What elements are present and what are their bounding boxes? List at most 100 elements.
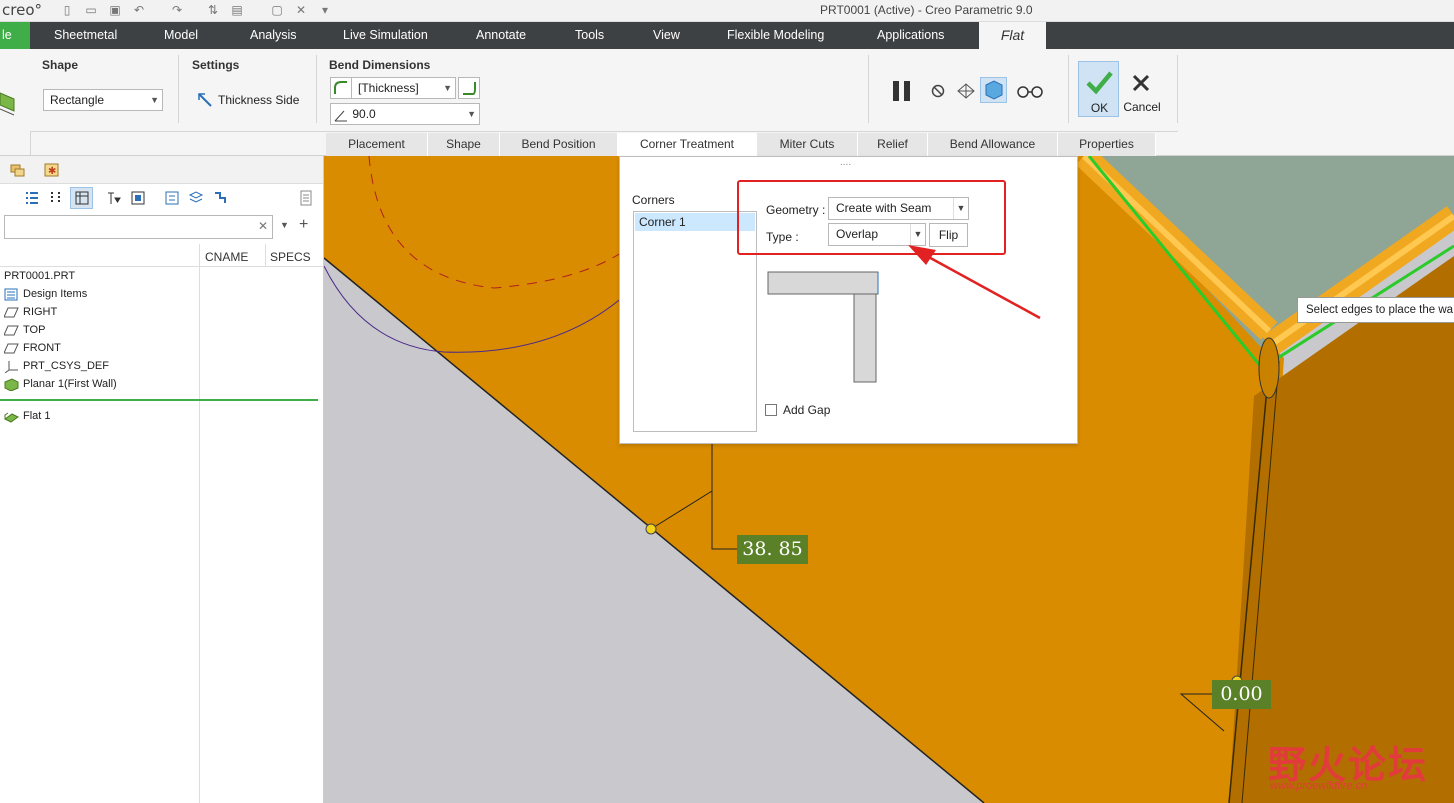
ok-button[interactable]: OK (1078, 61, 1119, 117)
add-gap-checkbox[interactable] (765, 404, 777, 416)
tree-item-right[interactable]: RIGHT (4, 303, 57, 321)
tree-item-label: Flat 1 (23, 410, 51, 422)
svg-text:✱: ✱ (48, 166, 56, 177)
column-header-cname[interactable]: CNAME (205, 250, 248, 264)
layer-icon (75, 191, 89, 205)
show-icon[interactable] (164, 190, 180, 206)
feature-preview-button[interactable] (980, 77, 1007, 103)
subtab-properties[interactable]: Properties (1058, 133, 1156, 156)
tab-sheetmetal[interactable]: Sheetmetal (54, 22, 117, 49)
tree-item-label: Planar 1(First Wall) (23, 378, 117, 390)
ok-label: OK (1090, 101, 1109, 115)
tab-flexible-modeling[interactable]: Flexible Modeling (727, 22, 824, 49)
tree-columns-icon[interactable] (48, 190, 64, 206)
tab-model[interactable]: Model (164, 22, 198, 49)
close-icon[interactable]: ✕ (294, 3, 308, 17)
watermark-url: www.proewildfire.cn (1270, 780, 1368, 792)
verify-button[interactable] (1016, 83, 1044, 99)
cancel-label: Cancel (1123, 100, 1161, 114)
datum-plane-icon (4, 325, 19, 335)
subtab-bend-position[interactable]: Bend Position (500, 133, 618, 156)
subtab-corner-treatment[interactable]: Corner Treatment (618, 133, 757, 156)
document-icon[interactable] (298, 190, 314, 206)
tab-applications[interactable]: Applications (877, 22, 944, 49)
dimension-label[interactable]: 38. 85 (737, 535, 808, 564)
bend-radius-type-button[interactable] (330, 77, 352, 99)
cancel-button[interactable]: Cancel (1122, 61, 1162, 117)
tree-search-input[interactable]: ✕ (4, 215, 273, 239)
shape-dropdown-value: Rectangle (50, 93, 105, 107)
bend-side-button[interactable] (458, 77, 480, 99)
thickness-side-label: Thickness Side (218, 93, 300, 107)
thickness-side-button[interactable]: Thickness Side (197, 92, 299, 108)
tree-item-front[interactable]: FRONT (4, 339, 61, 357)
separator (30, 131, 31, 155)
tree-item-design-items[interactable]: Design Items (4, 285, 87, 303)
undo-icon[interactable]: ↶ (132, 3, 146, 17)
shape-dropdown[interactable]: Rectangle ▼ (43, 89, 163, 111)
checkmark-icon (1086, 71, 1113, 95)
chevron-down-icon[interactable]: ▼ (280, 220, 289, 230)
column-divider (265, 244, 266, 266)
tree-settings-icon[interactable] (130, 190, 146, 206)
pause-button[interactable] (891, 79, 915, 103)
subtab-placement[interactable]: Placement (326, 133, 428, 156)
subtab-miter-cuts[interactable]: Miter Cuts (757, 133, 858, 156)
separator (1068, 55, 1069, 123)
subtab-shape[interactable]: Shape (428, 133, 500, 156)
datum-plane-icon (4, 307, 19, 317)
dimension-label[interactable]: 0.00 (1212, 680, 1271, 709)
favorites-icon[interactable]: ✱ (44, 162, 60, 178)
shape-group-title: Shape (42, 58, 79, 72)
add-icon[interactable]: + (299, 216, 308, 234)
model-tree-icon[interactable] (10, 162, 26, 178)
layer-tree-button[interactable] (70, 187, 93, 209)
customize-qa-icon[interactable]: ▾ (318, 3, 332, 17)
tree-list-icon[interactable] (24, 190, 40, 206)
tree-item-planar-wall[interactable]: Planar 1(First Wall) (4, 375, 117, 393)
glasses-icon (1017, 86, 1043, 98)
windows-icon[interactable]: ▤ (230, 3, 244, 17)
separator (30, 131, 1178, 132)
tree-expand-icon[interactable] (212, 190, 228, 206)
tab-flat[interactable]: Flat (979, 22, 1046, 49)
geometry-preview-button[interactable] (955, 81, 977, 101)
panel-drag-handle[interactable]: .... (840, 157, 851, 168)
column-header-specs[interactable]: SPECS (270, 250, 311, 264)
close-window-icon[interactable]: ▢ (270, 3, 284, 17)
planar-wall-icon (4, 377, 19, 391)
tree-item-label: PRT0001.PRT (4, 270, 76, 282)
tab-annotate[interactable]: Annotate (476, 22, 526, 49)
save-icon[interactable]: ▣ (108, 3, 122, 17)
bend-angle-dropdown[interactable]: 90.0 ▼ (330, 103, 480, 125)
add-gap-label: Add Gap (783, 403, 831, 417)
tab-live-simulation[interactable]: Live Simulation (343, 22, 428, 49)
corner-preview-image (767, 271, 879, 383)
tab-view[interactable]: View (653, 22, 680, 49)
tree-item-flat[interactable]: Flat 1 (4, 407, 51, 425)
redo-icon[interactable]: ↷ (170, 3, 184, 17)
thickness-value: [Thickness] (358, 81, 419, 95)
pause-icon (893, 81, 910, 101)
new-icon[interactable]: ▯ (60, 3, 74, 17)
no-preview-button[interactable] (930, 83, 946, 99)
tab-tools[interactable]: Tools (575, 22, 604, 49)
tree-filter-icon[interactable] (106, 190, 122, 206)
layers-stack-icon[interactable] (188, 190, 204, 206)
tree-item-top[interactable]: TOP (4, 321, 45, 339)
title-bar: creo° ▯ ▭ ▣ ↶ ↷ ⇅ ▤ ▢ ✕ ▾ PRT0001 (Activ… (0, 0, 1454, 22)
annotation-arrow (908, 245, 1041, 320)
ribbon-tab-bar: le Sheetmetal Model Analysis Live Simula… (0, 22, 1454, 49)
tree-item-part[interactable]: PRT0001.PRT (4, 267, 75, 285)
tab-analysis[interactable]: Analysis (250, 22, 297, 49)
subtab-bend-allowance[interactable]: Bend Allowance (928, 133, 1058, 156)
creo-logo: creo° (2, 1, 42, 19)
subtab-relief[interactable]: Relief (858, 133, 928, 156)
clear-icon[interactable]: ✕ (258, 219, 268, 233)
open-icon[interactable]: ▭ (84, 3, 98, 17)
thickness-dropdown[interactable]: [Thickness] ▼ (351, 77, 456, 99)
regenerate-icon[interactable]: ⇅ (206, 3, 220, 17)
separator (868, 55, 869, 123)
tab-file[interactable]: le (0, 22, 30, 49)
tree-item-csys[interactable]: PRT_CSYS_DEF (4, 357, 109, 375)
